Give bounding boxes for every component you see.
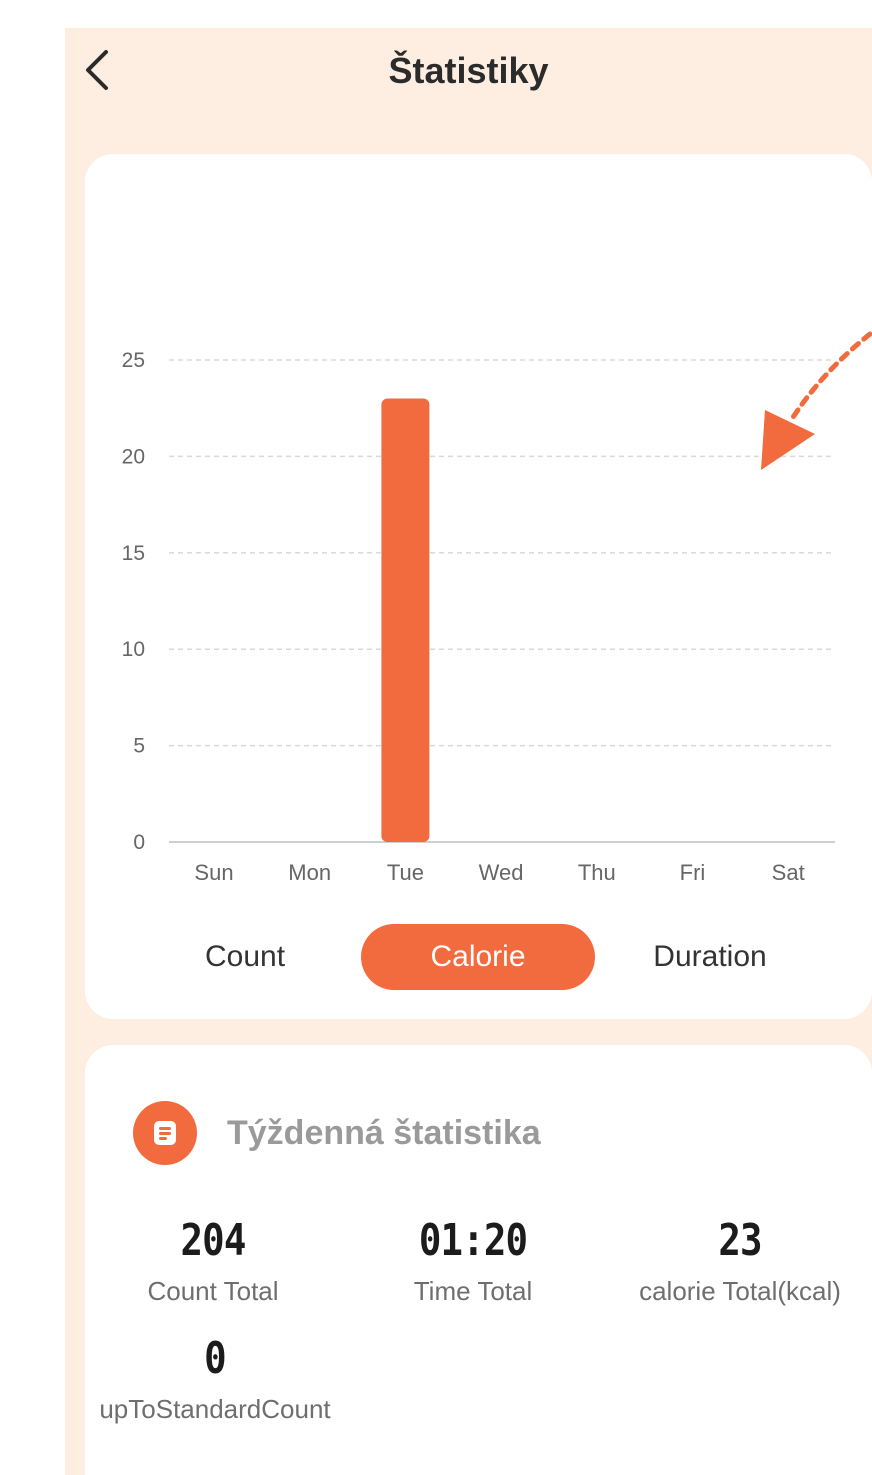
weekly-stats-card: Týždenná štatistika 204 Count Total 01:2…: [85, 1045, 872, 1475]
stat-value: 0: [204, 1333, 227, 1384]
x-tick-label: Sun: [194, 860, 233, 885]
document-list-icon: [133, 1101, 197, 1165]
page-title: Štatistiky: [388, 50, 549, 91]
y-tick-label: 5: [133, 735, 145, 758]
tab-calorie[interactable]: Calorie: [361, 924, 595, 990]
stat-label: Time Total: [413, 1276, 533, 1306]
x-tick-label: Thu: [578, 860, 616, 885]
stat-value: 204: [180, 1215, 246, 1266]
stat-up-to-standard-count: 0 upToStandardCount: [65, 1333, 365, 1425]
stat-count-total: 204 Count Total: [113, 1215, 313, 1307]
x-tick-label: Mon: [288, 860, 331, 885]
stat-value: 23: [718, 1215, 762, 1266]
stat-label: calorie Total(kcal): [639, 1276, 841, 1306]
header: Štatistiky: [65, 28, 872, 118]
bar: [381, 398, 430, 842]
stat-value: 01:20: [418, 1215, 528, 1266]
stat-time-total: 01:20 Time Total: [373, 1215, 573, 1307]
stat-label: Count Total: [147, 1276, 279, 1306]
x-tick-label: Wed: [479, 860, 524, 885]
weekly-stats-header: Týždenná štatistika: [133, 1101, 541, 1165]
stat-calorie-total: 23 calorie Total(kcal): [620, 1215, 860, 1307]
tab-duration[interactable]: Duration: [595, 924, 825, 990]
arrow-head-icon: [761, 410, 815, 470]
x-tick-label: Fri: [680, 860, 706, 885]
x-tick-label: Sat: [772, 860, 805, 885]
statistics-screen: Štatistiky 0 5 10 15 20 25 Sun Mon Tue Wed Thu Fri S…: [65, 28, 872, 1475]
y-tick-label: 20: [122, 445, 145, 468]
y-tick-label: 10: [122, 638, 145, 661]
metric-tabs: Count Calorie Duration: [85, 924, 872, 994]
y-tick-label: 15: [122, 542, 145, 565]
tab-count[interactable]: Count: [130, 924, 360, 990]
dotted-arrow-icon: [787, 331, 872, 425]
y-tick-label: 0: [133, 831, 145, 854]
chart-card: 0 5 10 15 20 25 Sun Mon Tue Wed Thu Fri Sat Count Ca…: [85, 154, 872, 1019]
y-tick-label: 25: [122, 349, 145, 372]
bar-chart: 0 5 10 15 20 25 Sun Mon Tue Wed Thu Fri Sat: [122, 331, 872, 885]
x-tick-label: Tue: [387, 860, 424, 885]
weekly-stats-title: Týždenná štatistika: [227, 1113, 541, 1152]
stat-label: upToStandardCount: [99, 1394, 331, 1424]
